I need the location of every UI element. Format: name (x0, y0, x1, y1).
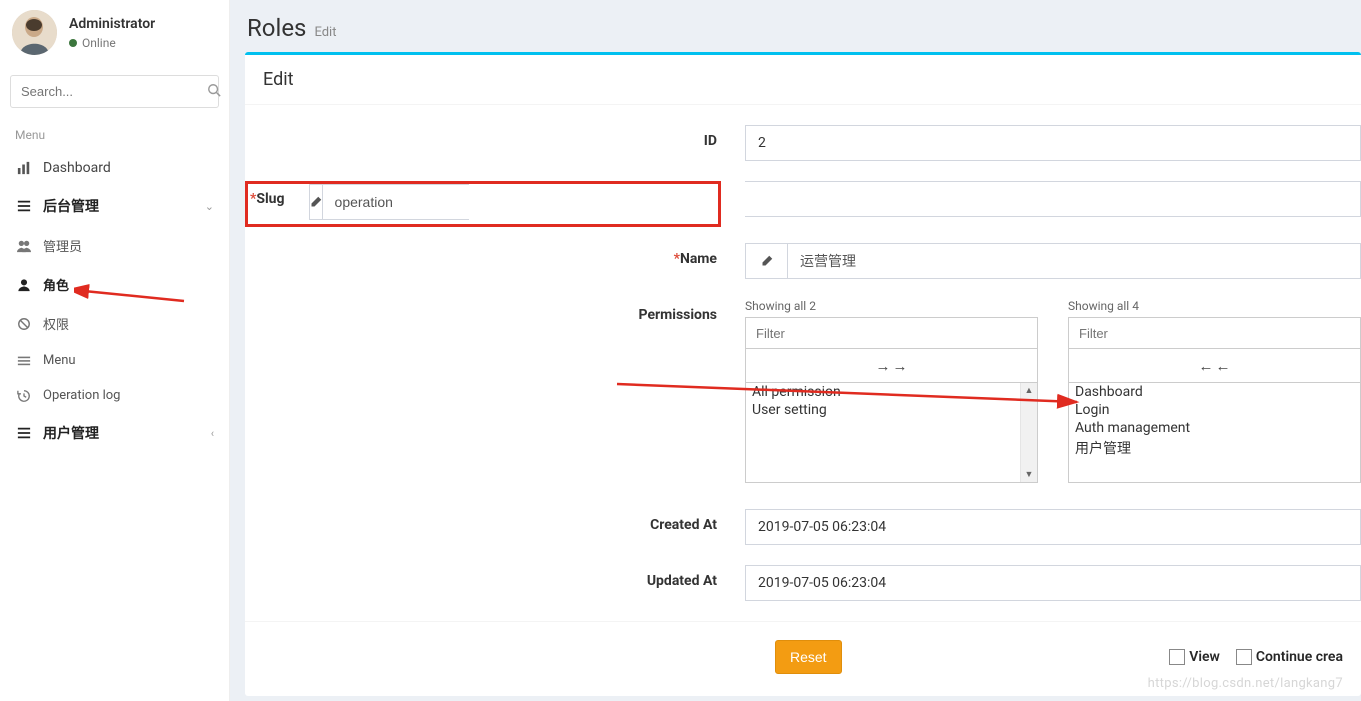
search-button[interactable] (207, 76, 221, 107)
sidebar: Administrator Online Menu Dashboard 后台管理… (0, 0, 230, 701)
bars-icon (15, 354, 33, 368)
main: Roles Edit Edit ID 2 *Slug (230, 0, 1361, 701)
slug-highlight: *Slug (245, 181, 721, 227)
edit-box: Edit ID 2 *Slug (245, 52, 1361, 696)
arrow-right-icon: → (876, 357, 891, 375)
move-all-right-button[interactable]: →→ (745, 349, 1038, 383)
row-id: ID 2 (245, 125, 1361, 181)
nav-oplog[interactable]: Operation log (0, 378, 229, 413)
nav-usermgmt[interactable]: 用户管理 ‹ (0, 413, 229, 453)
list-item[interactable]: Login (1069, 401, 1360, 419)
caret-up-icon: ▲ (1025, 383, 1034, 398)
tasks-icon (15, 426, 33, 440)
right-listbox[interactable]: Dashboard Login Auth management 用户管理 (1068, 383, 1361, 483)
history-icon (15, 389, 33, 403)
nav-roles[interactable]: 角色 (0, 265, 229, 304)
row-updated: Updated At 2019-07-05 06:23:04 (245, 565, 1361, 621)
user-icon (15, 278, 33, 292)
slug-input-ext[interactable] (745, 182, 1360, 216)
user-name: Administrator (69, 16, 155, 32)
chevron-left-icon: ‹ (211, 427, 214, 440)
page-subtitle: Edit (314, 25, 336, 40)
page-title: Roles (247, 14, 306, 42)
reset-button[interactable]: Reset (775, 640, 842, 674)
list-item[interactable]: 用户管理 (1069, 437, 1360, 459)
list-item[interactable]: User setting (746, 401, 1037, 419)
id-display: 2 (745, 125, 1361, 161)
menu-header: Menu (0, 118, 229, 150)
continue-checkbox-label[interactable]: Continue crea (1236, 649, 1343, 665)
user-status: Online (69, 36, 155, 50)
ban-icon (15, 317, 33, 331)
right-showing: Showing all 4 (1068, 299, 1361, 313)
bar-chart-icon (15, 161, 33, 175)
list-item[interactable]: Auth management (1069, 419, 1360, 437)
label-id: ID (245, 125, 745, 149)
status-dot-icon (69, 39, 77, 47)
search-icon (207, 83, 221, 100)
scrollbar[interactable]: ▲▼ (1020, 383, 1037, 482)
row-created: Created At 2019-07-05 06:23:04 (245, 509, 1361, 565)
checkbox-icon (1236, 649, 1252, 665)
arrow-left-icon: ← (1199, 357, 1214, 375)
row-permissions: Permissions Showing all 2 →→ (245, 299, 1361, 509)
nav-admins[interactable]: 管理员 (0, 226, 229, 265)
slug-input[interactable] (323, 185, 528, 219)
name-input[interactable] (788, 244, 1360, 278)
right-filter-input[interactable] (1068, 317, 1361, 349)
pencil-icon (310, 185, 323, 219)
nav-perms[interactable]: 权限 (0, 304, 229, 343)
search-input[interactable] (11, 76, 207, 107)
move-all-left-button[interactable]: ←← (1068, 349, 1361, 383)
created-display: 2019-07-05 06:23:04 (745, 509, 1361, 545)
updated-display: 2019-07-05 06:23:04 (745, 565, 1361, 601)
label-permissions: Permissions (245, 299, 745, 323)
left-showing: Showing all 2 (745, 299, 1038, 313)
tasks-icon (15, 199, 33, 213)
checkbox-icon (1169, 649, 1185, 665)
box-title: Edit (245, 55, 1361, 105)
row-name: *Name (245, 243, 1361, 299)
left-filter-input[interactable] (745, 317, 1038, 349)
nav-menu[interactable]: Menu (0, 343, 229, 378)
arrow-right-icon: → (893, 357, 908, 375)
dual-right: Showing all 4 ←← Dashboard Login Au (1068, 299, 1361, 483)
list-item[interactable]: All permission (746, 383, 1037, 401)
avatar (12, 10, 57, 55)
nav-backend[interactable]: 后台管理 ⌄ (0, 186, 229, 226)
label-updated: Updated At (245, 565, 745, 589)
label-created: Created At (245, 509, 745, 533)
pencil-icon (746, 244, 788, 278)
arrow-left-icon: ← (1216, 357, 1231, 375)
nav-dashboard[interactable]: Dashboard (0, 150, 229, 186)
list-item[interactable]: Dashboard (1069, 383, 1360, 401)
row-slug: *Slug (245, 181, 1361, 243)
watermark: https://blog.csdn.net/langkang7 (1148, 676, 1343, 691)
view-checkbox-label[interactable]: View (1169, 649, 1220, 665)
caret-down-icon: ▼ (1025, 467, 1034, 482)
user-panel: Administrator Online (0, 0, 229, 65)
left-listbox[interactable]: All permission User setting ▲▼ (745, 383, 1038, 483)
label-name: *Name (245, 243, 745, 267)
chevron-down-icon: ⌄ (205, 200, 214, 213)
users-icon (15, 239, 33, 253)
dual-left: Showing all 2 →→ All permission User set… (745, 299, 1038, 483)
search-box (10, 75, 219, 108)
page-header: Roles Edit (245, 10, 1361, 52)
